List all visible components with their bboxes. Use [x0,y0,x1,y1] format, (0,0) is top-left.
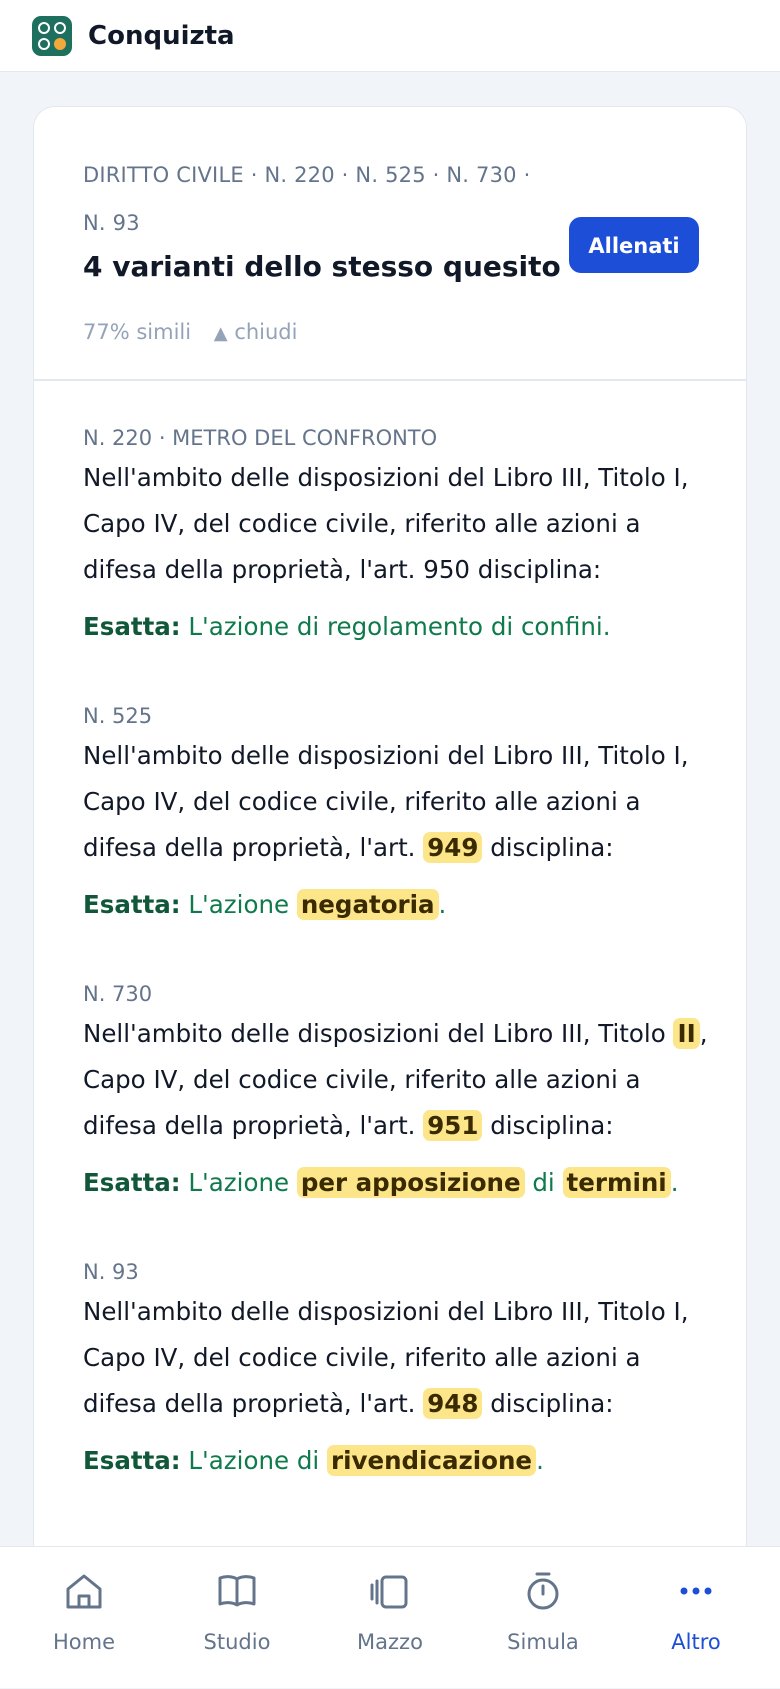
answer-text-segment: . [438,890,447,919]
answer-text-segment: . [536,1446,544,1475]
variant-correct-answer: Esatta: L'azione di rivendicazione. [83,1441,713,1481]
difference-highlight: termini [562,1167,671,1198]
home-icon [66,1574,102,1609]
train-button[interactable]: Allenati [569,217,699,273]
variant-question-text: Nell'ambito delle disposizioni del Libro… [83,455,713,593]
nav-item-home[interactable]: Home [6,1547,162,1689]
difference-highlight: 948 [423,1388,483,1419]
variant-question-text: Nell'ambito delle disposizioni del Libro… [83,1011,713,1149]
correct-answer-lead: Esatta: [83,890,181,919]
difference-highlight: rivendicazione [327,1445,537,1476]
variant-question-text: Nell'ambito delle disposizioni del Libro… [83,1289,713,1427]
question-text-segment: Nell'ambito delle disposizioni del Libro… [83,1019,674,1048]
more-icon [680,1587,712,1595]
answer-text-segment: . [670,1168,679,1197]
difference-highlight: 949 [423,832,483,863]
nav-item-mazzo[interactable]: Mazzo [312,1547,468,1689]
collapse-toggle-label: chiudi [234,320,298,344]
bottom-nav: Home Studio Mazzo Simula Altro [0,1546,780,1688]
nav-label: Home [52,1630,115,1654]
nav-item-studio[interactable]: Studio [159,1547,315,1689]
answer-text-segment: L'azione di [188,1446,327,1475]
cards-icon [370,1575,408,1609]
variant-correct-answer: Esatta: L'azione per apposizione di term… [83,1163,713,1203]
variant-number-label: N. 730 [83,982,153,1006]
app-title: Conquizta [88,21,235,51]
stopwatch-icon [527,1572,559,1610]
difference-highlight: II [673,1018,700,1049]
nav-label: Simula [507,1630,579,1654]
nav-item-simula[interactable]: Simula [465,1547,621,1689]
nav-label: Mazzo [357,1630,423,1654]
question-text-segment: disciplina: [482,1389,614,1418]
question-text-segment: Nell'ambito delle disposizioni del Libro… [83,463,689,584]
nav-item-altro[interactable]: Altro [618,1547,774,1689]
answer-text-segment: di [524,1168,563,1197]
card-meta: 77% simili ▲ chiudi [83,315,297,351]
variants-list: N. 220 · METRO DEL CONFRONTO Nell'ambito … [83,423,713,1535]
top-app-bar: Conquizta [0,0,780,72]
similarity-badge: 77% simili [83,320,192,344]
question-text-segment: disciplina: [482,1111,614,1140]
variant-item: N. 220 · METRO DEL CONFRONTO Nell'ambito … [83,423,713,647]
difference-highlight: negatoria [296,889,439,920]
nav-label: Studio [203,1630,271,1654]
correct-answer-lead: Esatta: [83,1446,181,1475]
difference-highlight: 951 [423,1110,483,1141]
card-title: 4 varianti dello stesso quesito [83,250,561,283]
correct-answer-lead: Esatta: [83,1168,181,1197]
variant-number-label: N. 220 · METRO DEL CONFRONTO [83,426,438,450]
difference-highlight: per apposizione [296,1167,525,1198]
variant-question-text: Nell'ambito delle disposizioni del Libro… [83,733,713,871]
nav-label: Altro [671,1630,721,1654]
variant-correct-answer: Esatta: L'azione negatoria. [83,885,713,925]
answer-text-segment: L'azione di regolamento di confini. [188,612,611,641]
collapse-toggle[interactable]: ▲ chiudi [214,320,298,344]
book-icon [218,1575,256,1607]
answer-text-segment: L'azione [188,890,297,919]
variant-item: N. 525 Nell'ambito delle disposizioni del… [83,701,713,925]
app-logo-icon[interactable] [32,16,72,56]
caret-up-icon: ▲ [213,323,228,344]
question-text-segment: disciplina: [482,833,614,862]
variant-item: N. 93 Nell'ambito delle disposizioni del … [83,1257,713,1481]
variant-item: N. 730 Nell'ambito delle disposizioni del… [83,979,713,1203]
answer-text-segment: L'azione [188,1168,297,1197]
variant-correct-answer: Esatta: L'azione di regolamento di confi… [83,607,713,647]
variants-card: DIRITTO CIVILE · N. 220 · N. 525 · N. 73… [33,106,747,1606]
card-header: DIRITTO CIVILE · N. 220 · N. 525 · N. 73… [34,107,746,381]
variant-number-label: N. 93 [83,1260,139,1284]
correct-answer-lead: Esatta: [83,612,181,641]
variant-number-label: N. 525 [83,704,153,728]
question-numbers-kicker: DIRITTO CIVILE · N. 220 · N. 525 · N. 73… [83,163,531,235]
